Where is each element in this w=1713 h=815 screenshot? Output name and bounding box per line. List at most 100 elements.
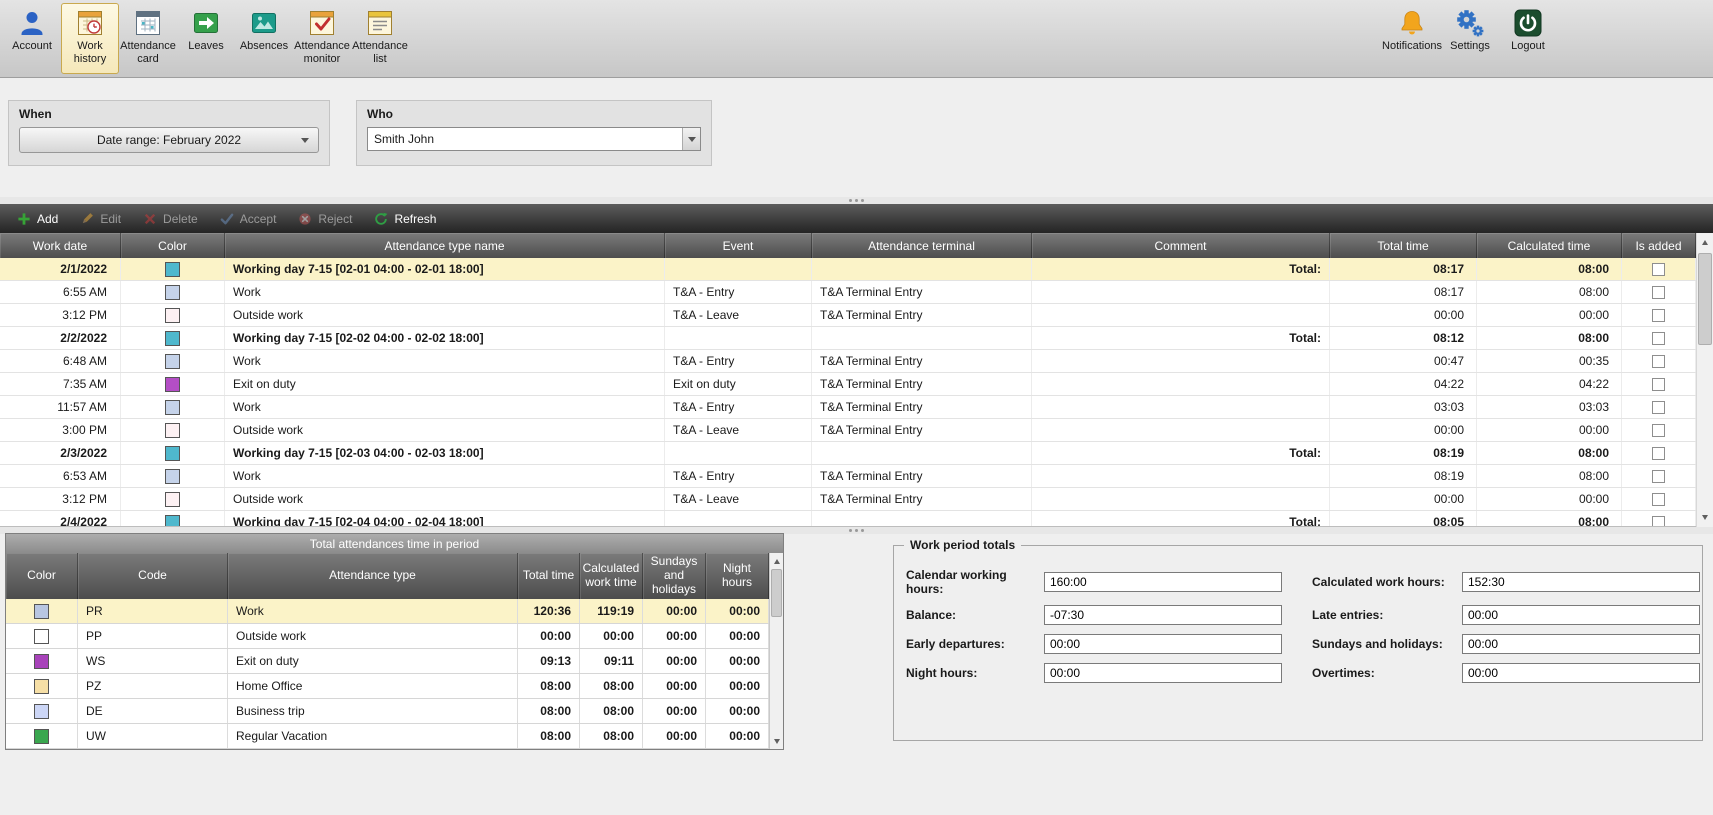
edit-button[interactable]: Edit xyxy=(69,204,132,233)
employee-combobox[interactable]: Smith John xyxy=(367,127,701,151)
day-summary-row[interactable]: 2/2/2022Working day 7-15 [02-02 04:00 - … xyxy=(0,327,1696,350)
total-time-cell: 08:17 xyxy=(1330,281,1477,303)
overtimes-field[interactable] xyxy=(1462,663,1700,683)
calculated-work-time-cell: 09:11 xyxy=(580,649,643,673)
scrollbar-thumb[interactable] xyxy=(771,569,782,617)
total-time-cell: 00:00 xyxy=(1330,419,1477,441)
toolbar-item-logout[interactable]: Logout xyxy=(1499,3,1557,74)
scroll-up-arrow[interactable] xyxy=(1697,234,1713,251)
col-header-total-time[interactable]: Total time xyxy=(1330,233,1477,258)
attendance-terminal-cell: T&A Terminal Entry xyxy=(812,281,1032,303)
day-summary-row[interactable]: 2/1/2022Working day 7-15 [02-01 04:00 - … xyxy=(0,258,1696,281)
sundays-and-holidays-field[interactable] xyxy=(1462,634,1700,654)
attendance-entry-row[interactable]: 6:53 AMWorkT&A - EntryT&A Terminal Entry… xyxy=(0,465,1696,488)
toolbar-item-work-history[interactable]: Work history xyxy=(61,3,119,74)
attendance-terminal-cell xyxy=(812,258,1032,280)
summary-row[interactable]: PZHome Office08:0008:0000:0000:00 xyxy=(6,674,769,699)
scrollbar-thumb[interactable] xyxy=(1698,253,1712,345)
is-added-checkbox[interactable] xyxy=(1652,493,1665,506)
night-hours-field[interactable] xyxy=(1044,663,1282,683)
is-added-checkbox[interactable] xyxy=(1652,447,1665,460)
toolbar-item-leaves[interactable]: Leaves xyxy=(177,3,235,74)
balance-label: Balance: xyxy=(906,608,1044,622)
delete-button-label: Delete xyxy=(163,212,198,226)
is-added-checkbox[interactable] xyxy=(1652,332,1665,345)
event-cell: T&A - Entry xyxy=(665,281,812,303)
toolbar-item-notifications[interactable]: Notifications xyxy=(1383,3,1441,74)
attendance-entry-row[interactable]: 3:12 PMOutside workT&A - LeaveT&A Termin… xyxy=(0,304,1696,327)
is-added-checkbox[interactable] xyxy=(1652,263,1665,276)
refresh-button[interactable]: Refresh xyxy=(363,204,447,233)
work-date-cell: 6:48 AM xyxy=(0,350,121,372)
comment-cell xyxy=(1032,304,1330,326)
sum-col-header-attendance-type: Attendance type xyxy=(228,553,518,599)
attendance-entry-row[interactable]: 11:57 AMWorkT&A - EntryT&A Terminal Entr… xyxy=(0,396,1696,419)
accept-button[interactable]: Accept xyxy=(209,204,288,233)
attendance-entry-row[interactable]: 7:35 AMExit on dutyExit on dutyT&A Termi… xyxy=(0,373,1696,396)
day-summary-row[interactable]: 2/3/2022Working day 7-15 [02-03 04:00 - … xyxy=(0,442,1696,465)
date-range-dropdown[interactable]: Date range: February 2022 xyxy=(19,127,319,153)
late-entries-field[interactable] xyxy=(1462,605,1700,625)
scroll-down-arrow[interactable] xyxy=(770,734,783,748)
summary-table-title: Total attendances time in period xyxy=(6,534,783,553)
attendance-entry-row[interactable]: 6:55 AMWorkT&A - EntryT&A Terminal Entry… xyxy=(0,281,1696,304)
col-header-comment[interactable]: Comment xyxy=(1032,233,1330,258)
summary-row[interactable]: WSExit on duty09:1309:1100:0000:00 xyxy=(6,649,769,674)
toolbar-item-attendance-monitor[interactable]: Attendance monitor xyxy=(293,3,351,74)
horizontal-splitter[interactable] xyxy=(0,197,1713,204)
attendance-type-name-cell: Outside work xyxy=(225,488,665,510)
scroll-up-arrow[interactable] xyxy=(770,554,783,568)
col-header-is-added[interactable]: Is added xyxy=(1622,233,1696,258)
toolbar-item-attendance-card[interactable]: Attendance card xyxy=(119,3,177,74)
leaves-icon xyxy=(191,8,221,38)
is-added-checkbox[interactable] xyxy=(1652,378,1665,391)
is-added-checkbox[interactable] xyxy=(1652,516,1665,528)
calculated-work-hours-field[interactable] xyxy=(1462,572,1700,592)
total-time-cell: 08:12 xyxy=(1330,327,1477,349)
attendance-color-swatch xyxy=(34,604,49,619)
toolbar-item-absences[interactable]: Absences xyxy=(235,3,293,74)
attendance-type-cell: Regular Vacation xyxy=(228,724,518,748)
is-added-checkbox[interactable] xyxy=(1652,401,1665,414)
calculated-time-cell: 08:00 xyxy=(1477,511,1622,527)
balance-field[interactable] xyxy=(1044,605,1282,625)
col-header-work-date[interactable]: Work date xyxy=(0,233,121,258)
combobox-dropdown-button[interactable] xyxy=(682,128,700,150)
grid-vertical-scrollbar[interactable] xyxy=(1696,233,1713,527)
summary-vertical-scrollbar[interactable] xyxy=(769,553,783,749)
col-header-event[interactable]: Event xyxy=(665,233,812,258)
code-cell: PP xyxy=(78,624,228,648)
day-summary-row[interactable]: 2/4/2022Working day 7-15 [02-04 04:00 - … xyxy=(0,511,1696,527)
toolbar-item-account[interactable]: Account xyxy=(3,3,61,74)
is-added-checkbox[interactable] xyxy=(1652,355,1665,368)
is-added-checkbox[interactable] xyxy=(1652,309,1665,322)
summary-row[interactable]: PPOutside work00:0000:0000:0000:00 xyxy=(6,624,769,649)
attendance-entry-row[interactable]: 3:00 PMOutside workT&A - LeaveT&A Termin… xyxy=(0,419,1696,442)
col-header-calculated-time[interactable]: Calculated time xyxy=(1477,233,1622,258)
summary-row[interactable]: PRWork120:36119:1900:0000:00 xyxy=(6,599,769,624)
summary-row[interactable]: DEBusiness trip08:0008:0000:0000:00 xyxy=(6,699,769,724)
attendance-color-swatch xyxy=(165,331,180,346)
add-button[interactable]: Add xyxy=(6,204,69,233)
early-departures-field[interactable] xyxy=(1044,634,1282,654)
col-header-attendance-type-name[interactable]: Attendance type name xyxy=(225,233,665,258)
sundays-and-holidays-label: Sundays and holidays: xyxy=(1312,637,1462,651)
is-added-checkbox[interactable] xyxy=(1652,470,1665,483)
is-added-checkbox[interactable] xyxy=(1652,424,1665,437)
calendar-working-hours-field[interactable] xyxy=(1044,572,1282,592)
calculated-time-cell: 00:00 xyxy=(1477,419,1622,441)
summary-row[interactable]: UWRegular Vacation08:0008:0000:0000:00 xyxy=(6,724,769,749)
is-added-cell xyxy=(1622,373,1696,395)
refresh-icon xyxy=(374,212,388,226)
scroll-down-arrow[interactable] xyxy=(1697,509,1713,526)
toolbar-item-attendance-list[interactable]: Attendance list xyxy=(351,3,409,74)
attendance-terminal-cell xyxy=(812,327,1032,349)
reject-button[interactable]: Reject xyxy=(287,204,363,233)
col-header-attendance-terminal[interactable]: Attendance terminal xyxy=(812,233,1032,258)
is-added-checkbox[interactable] xyxy=(1652,286,1665,299)
delete-button[interactable]: Delete xyxy=(132,204,209,233)
toolbar-item-settings[interactable]: Settings xyxy=(1441,3,1499,74)
col-header-color[interactable]: Color xyxy=(121,233,225,258)
attendance-entry-row[interactable]: 6:48 AMWorkT&A - EntryT&A Terminal Entry… xyxy=(0,350,1696,373)
attendance-entry-row[interactable]: 3:12 PMOutside workT&A - LeaveT&A Termin… xyxy=(0,488,1696,511)
